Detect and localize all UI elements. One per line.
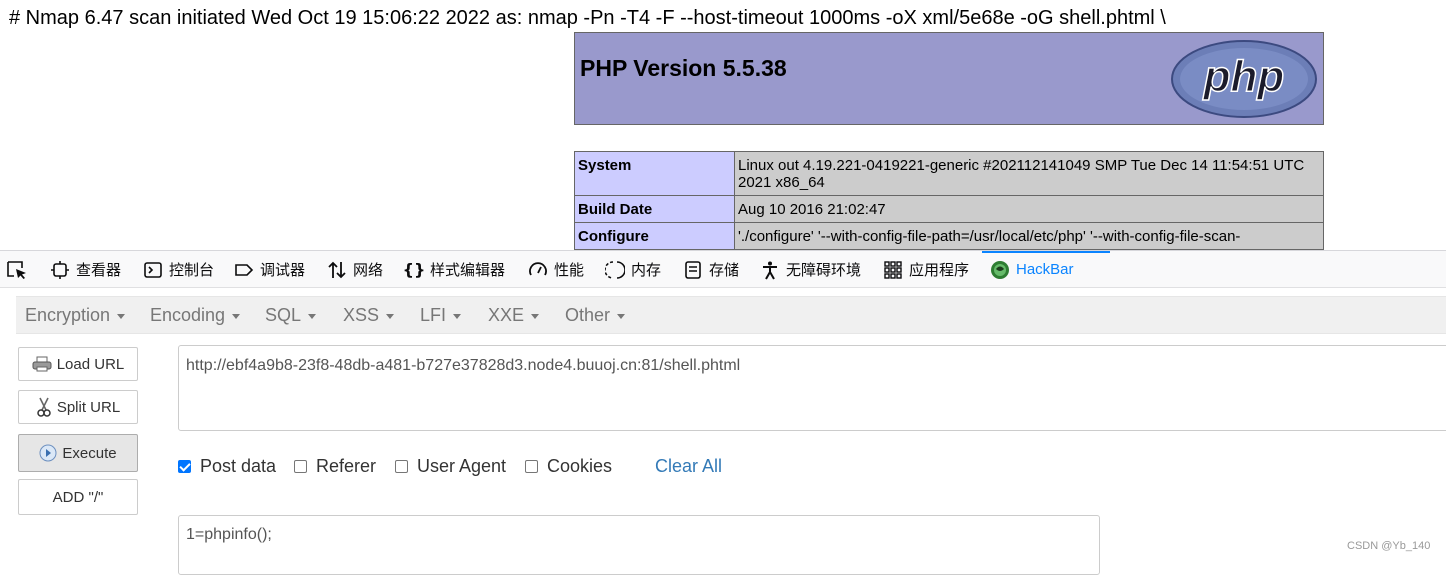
menu-xxe[interactable]: XXE — [488, 305, 540, 326]
debugger-icon — [235, 263, 254, 276]
nmap-output-line: # Nmap 6.47 scan initiated Wed Oct 19 15… — [9, 7, 1166, 29]
table-row: Build Date Aug 10 2016 21:02:47 — [574, 195, 1324, 223]
split-url-button[interactable]: Split URL — [18, 390, 138, 424]
tab-label: 存储 — [709, 262, 740, 279]
post-data-option[interactable]: Post data — [178, 456, 276, 477]
tab-memory[interactable]: 内存 — [605, 251, 661, 288]
tab-label: 性能 — [554, 262, 585, 279]
page-content: # Nmap 6.47 scan initiated Wed Oct 19 15… — [0, 0, 1446, 250]
post-data-input[interactable]: 1=phpinfo(); — [178, 515, 1100, 575]
tab-storage[interactable]: 存储 — [683, 251, 739, 288]
tab-label: 无障碍环境 — [786, 262, 862, 279]
tab-label: 查看器 — [76, 262, 122, 279]
tab-label: 应用程序 — [909, 262, 970, 279]
watermark: CSDN @Yb_140 — [1347, 540, 1431, 552]
style-editor-icon: {} — [404, 260, 424, 279]
row-key: Build Date — [574, 195, 735, 223]
row-value: './configure' '--with-config-file-path=/… — [734, 222, 1324, 250]
performance-icon — [529, 261, 547, 275]
devtools-toolbar: 查看器 控制台 调试器 网络 {} 样式编辑器 性能 — [0, 250, 1446, 288]
tab-label: 调试器 — [260, 262, 306, 279]
row-key: System — [574, 151, 735, 196]
caret-down-icon — [531, 313, 540, 319]
clear-all-link[interactable]: Clear All — [655, 456, 722, 477]
tab-inspector[interactable]: 查看器 — [50, 251, 121, 288]
tab-label: 样式编辑器 — [430, 262, 506, 279]
php-logo-text: php — [1203, 52, 1285, 101]
row-value: Aug 10 2016 21:02:47 — [734, 195, 1324, 223]
tab-network[interactable]: 网络 — [327, 251, 383, 288]
tab-label: 内存 — [631, 262, 662, 279]
load-url-button[interactable]: Load URL — [18, 347, 138, 381]
tab-label: 控制台 — [169, 262, 215, 279]
menu-encoding[interactable]: Encoding — [150, 305, 241, 326]
table-row: System Linux out 4.19.221-0419221-generi… — [574, 151, 1324, 196]
php-logo: php — [1171, 40, 1317, 118]
user-agent-option[interactable]: User Agent — [395, 456, 506, 477]
tab-application[interactable]: 应用程序 — [883, 251, 969, 288]
post-data-checkbox[interactable] — [178, 460, 191, 473]
cookies-option[interactable]: Cookies — [525, 456, 612, 477]
hackbar-panel: Encryption Encoding SQL XSS LFI XXE Othe… — [0, 288, 1446, 575]
menu-xss[interactable]: XSS — [343, 305, 395, 326]
caret-down-icon — [453, 313, 462, 319]
scissors-icon — [37, 397, 51, 417]
hackbar-icon — [991, 260, 1009, 279]
accessibility-icon — [763, 261, 777, 279]
row-value: Linux out 4.19.221-0419221-generic #2021… — [734, 151, 1324, 196]
printer-icon — [32, 356, 52, 372]
cookies-checkbox[interactable] — [525, 460, 538, 473]
php-version-title: PHP Version 5.5.38 — [580, 55, 787, 81]
tab-hackbar[interactable]: HackBar — [982, 251, 1109, 288]
caret-down-icon — [617, 313, 626, 319]
application-icon — [884, 260, 902, 279]
tab-debugger[interactable]: 调试器 — [234, 251, 305, 288]
hackbar-menubar: Encryption Encoding SQL XSS LFI XXE Othe… — [16, 296, 1446, 334]
phpinfo-header: PHP Version 5.5.38 php — [574, 32, 1324, 125]
menu-encryption[interactable]: Encryption — [25, 305, 126, 326]
tab-accessibility[interactable]: 无障碍环境 — [760, 251, 861, 288]
menu-other[interactable]: Other — [565, 305, 626, 326]
add-slash-button[interactable]: ADD "/" — [18, 479, 138, 515]
tab-label: HackBar — [1016, 261, 1074, 278]
memory-icon — [605, 260, 625, 279]
phpinfo-table: System Linux out 4.19.221-0419221-generi… — [574, 151, 1324, 250]
caret-down-icon — [386, 313, 395, 319]
referer-checkbox[interactable] — [294, 460, 307, 473]
menu-sql[interactable]: SQL — [265, 305, 317, 326]
network-icon — [328, 261, 346, 278]
tab-style-editor[interactable]: {} 样式编辑器 — [404, 251, 505, 288]
caret-down-icon — [232, 313, 241, 319]
execute-button[interactable]: Execute — [18, 434, 138, 472]
row-key: Configure — [574, 222, 735, 250]
url-input[interactable]: http://ebf4a9b8-23f8-48db-a481-b727e3782… — [178, 345, 1446, 431]
tab-performance[interactable]: 性能 — [528, 251, 584, 288]
inspector-icon — [51, 260, 69, 279]
table-row: Configure './configure' '--with-config-f… — [574, 222, 1324, 250]
user-agent-checkbox[interactable] — [395, 460, 408, 473]
caret-down-icon — [117, 313, 126, 319]
menu-lfi[interactable]: LFI — [420, 305, 462, 326]
console-icon — [144, 261, 162, 278]
element-picker-icon[interactable] — [6, 260, 28, 280]
caret-down-icon — [308, 313, 317, 319]
tab-label: 网络 — [353, 262, 384, 279]
play-icon — [39, 444, 57, 462]
storage-icon — [685, 260, 701, 279]
svg-text:{}: {} — [404, 260, 424, 279]
tab-console[interactable]: 控制台 — [143, 251, 214, 288]
referer-option[interactable]: Referer — [294, 456, 376, 477]
